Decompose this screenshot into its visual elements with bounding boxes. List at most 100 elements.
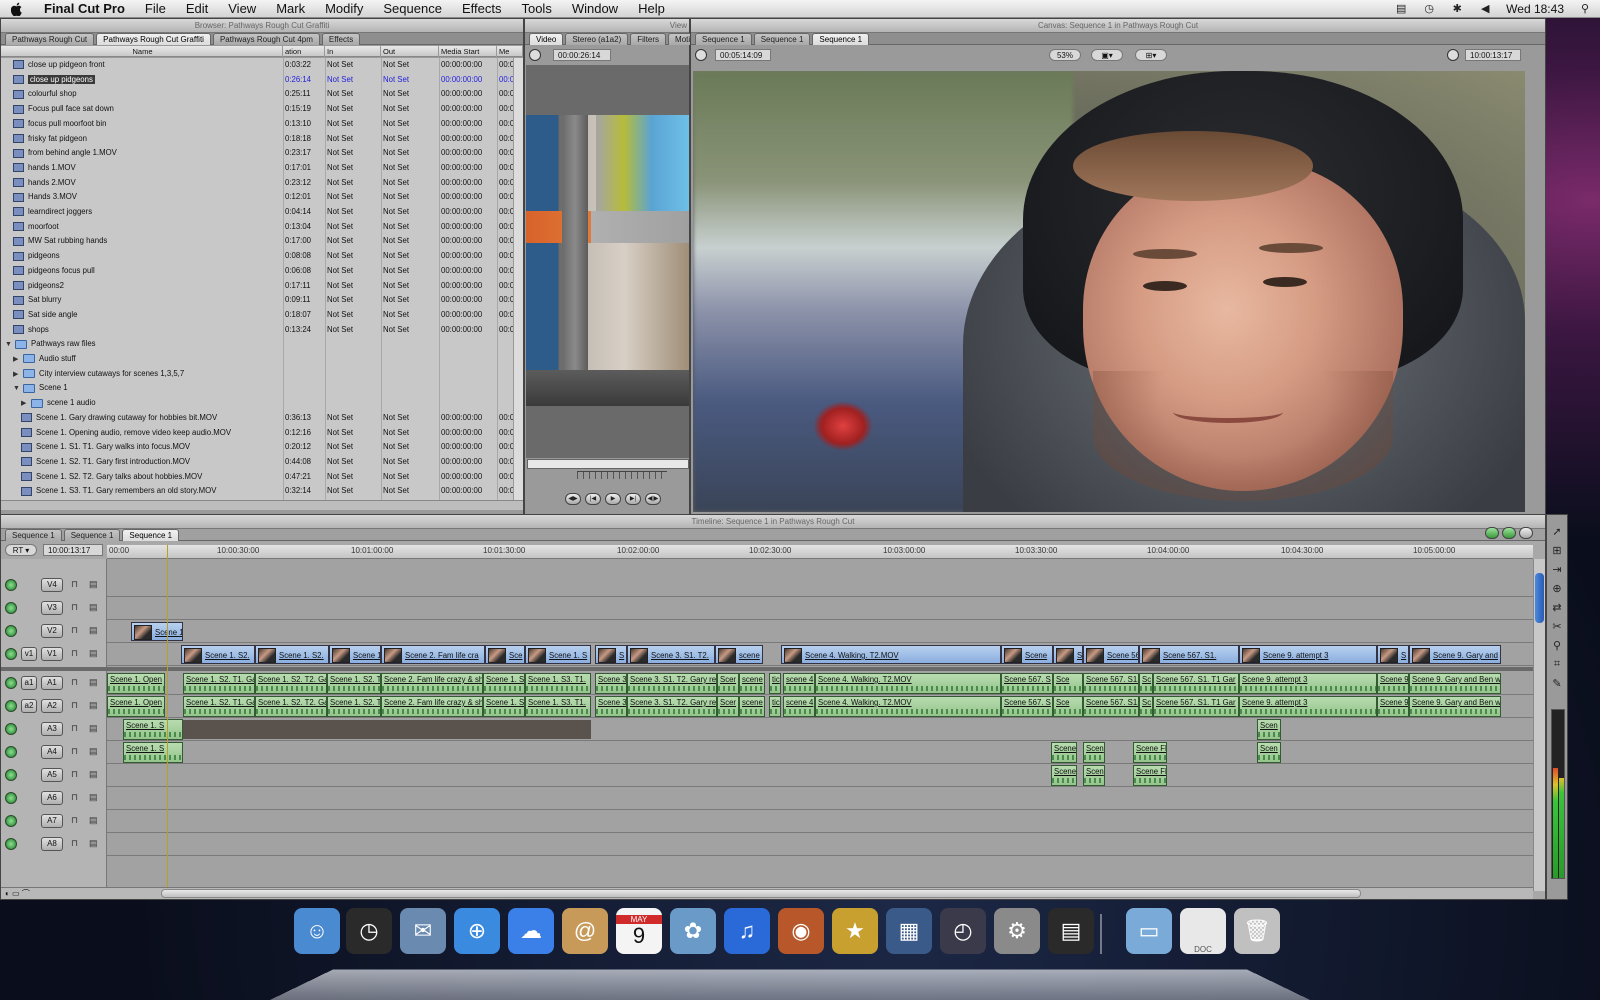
safari-icon[interactable]: ⊕	[454, 908, 500, 954]
track-label-v4[interactable]: V4	[41, 578, 63, 592]
lock-icon[interactable]: ⊓	[71, 648, 79, 658]
browser-horizontal-scrollbar[interactable]	[1, 500, 523, 510]
menu-window[interactable]: Window	[562, 0, 628, 18]
auto-select-icon[interactable]: ▤	[89, 723, 101, 733]
source-patch-v1[interactable]: v1	[21, 647, 37, 661]
tab-sequence-1-a[interactable]: Sequence 1	[695, 33, 752, 45]
next-edit-icon[interactable]: ▶|	[625, 493, 641, 505]
menu-edit[interactable]: Edit	[176, 0, 218, 18]
tab-sequence-1-c[interactable]: Sequence 1	[812, 33, 870, 45]
lock-icon[interactable]: ⊓	[71, 625, 79, 635]
audio-clip[interactable]: Scene 3	[595, 696, 627, 717]
browser-row[interactable]: learndirect joggers 0:04:14 Not Set Not Set…	[1, 205, 513, 220]
audio-clip[interactable]: Scene 567. S1. T1 Gar	[1153, 673, 1239, 694]
audio-clip[interactable]: scene	[739, 673, 765, 694]
lock-icon[interactable]: ⊓	[71, 723, 79, 733]
video-clip[interactable]: Scene 9. attempt 3	[1239, 645, 1377, 664]
crop-tool-icon[interactable]: ⌗	[1554, 658, 1560, 671]
track-visibility-icon[interactable]	[5, 838, 17, 850]
menu-clock[interactable]: Wed 18:43	[1506, 2, 1564, 16]
source-patch-a2[interactable]: a2	[21, 699, 37, 713]
browser-row[interactable]: colourful shop 0:25:11 Not Set Not Set 00:00…	[1, 87, 513, 102]
finder-icon[interactable]: ☺	[294, 908, 340, 954]
track-label-a7[interactable]: A7	[41, 814, 63, 828]
canvas-view-popup-icon[interactable]: ▣▾	[1091, 49, 1123, 61]
video-clip[interactable]: S	[595, 645, 627, 664]
video-clip[interactable]: Scene 1. S2.	[255, 645, 329, 664]
browser-row[interactable]: ▶ Audio stuff	[1, 352, 513, 367]
audio-clip[interactable]: scene	[739, 696, 765, 717]
trash-icon[interactable]: 🗑︎	[1234, 908, 1280, 954]
track-visibility-icon[interactable]	[5, 677, 17, 689]
lock-icon[interactable]: ⊓	[71, 746, 79, 756]
lock-icon[interactable]: ⊓	[71, 792, 79, 802]
itunes-icon[interactable]: ♫	[724, 908, 770, 954]
audio-clip[interactable]: Scene 9. Gary and Ben w	[1409, 696, 1501, 717]
imovie-icon[interactable]: ★	[832, 908, 878, 954]
browser-row[interactable]: hands 1.MOV 0:17:01 Not Set Not Set 00:00:00…	[1, 161, 513, 176]
slip-tool-icon[interactable]: ⇄	[1552, 601, 1561, 614]
vertical-scroll-thumb[interactable]	[1535, 573, 1544, 623]
track-label-a5[interactable]: A5	[41, 768, 63, 782]
audio-clip[interactable]: Scene 1. S3. T1.	[525, 673, 591, 694]
browser-vertical-scrollbar[interactable]	[513, 58, 523, 500]
audio-clip[interactable]: Scen	[1083, 742, 1105, 763]
column-duration[interactable]: ation	[283, 46, 325, 57]
track-visibility-icon[interactable]	[5, 602, 17, 614]
video-clip[interactable]: Scene 2. Fam life cra	[381, 645, 485, 664]
video-clip[interactable]: Scene 4. Walking. T2.MOV	[781, 645, 1001, 664]
mail-icon[interactable]: ✉	[400, 908, 446, 954]
lock-icon[interactable]: ⊓	[71, 700, 79, 710]
tab-timeline-seq-c[interactable]: Sequence 1	[122, 529, 180, 541]
track-label-v2[interactable]: V2	[41, 624, 63, 638]
pen-tool-icon[interactable]: ✎	[1552, 677, 1561, 690]
audio-clip[interactable]: Scene 1. S2. T2. Ga	[255, 673, 327, 694]
canvas-timecode-field[interactable]: 10:00:13:17	[1465, 49, 1521, 61]
track-label-a8[interactable]: A8	[41, 837, 63, 851]
audio-clip[interactable]: tic	[769, 673, 781, 694]
track-visibility-icon[interactable]	[5, 723, 17, 735]
track-visibility-icon[interactable]	[5, 815, 17, 827]
audio-clip[interactable]: Sce	[1053, 696, 1083, 717]
track-label-a4[interactable]: A4	[41, 745, 63, 759]
audio-clip[interactable]: Scene 9. attempt 3	[1239, 673, 1377, 694]
audio-clip[interactable]: Scene 1. Open	[107, 696, 165, 717]
audio-clip[interactable]: Sc	[1139, 673, 1153, 694]
auto-select-icon[interactable]: ▤	[89, 579, 101, 589]
audio-clip[interactable]: Scene 4. Walking. T2.MOV	[815, 673, 1001, 694]
viewer-scrubber-bar[interactable]	[527, 459, 689, 469]
menu-effects[interactable]: Effects	[452, 0, 512, 18]
browser-row[interactable]: moorfoot 0:13:04 Not Set Not Set 00:00:00:00…	[1, 220, 513, 235]
audio-clip[interactable]: Scene 1. S	[483, 673, 525, 694]
audio-clip[interactable]: Scene 9. Gary and Ben w	[1409, 673, 1501, 694]
auto-select-icon[interactable]: ▤	[89, 700, 101, 710]
track-visibility-icon[interactable]	[5, 792, 17, 804]
system-preferences-icon[interactable]: ⚙	[994, 908, 1040, 954]
timeline-ruler[interactable]: 00:00 10:00:30:00 10:01:00:00 10:01:30:00 10…	[107, 545, 1533, 559]
audio-waveform-toggle-icon[interactable]	[1519, 527, 1533, 539]
video-clip[interactable]: Scene 1	[131, 622, 183, 641]
video-clip[interactable]: S	[1053, 645, 1083, 664]
menu-modify[interactable]: Modify	[315, 0, 373, 18]
audio-clip[interactable]: Scene 567. S1.	[1083, 696, 1139, 717]
canvas-overlay-popup-icon[interactable]: ⊞▾	[1135, 49, 1167, 61]
audio-clip[interactable]: Scene 1. S2. T1. Ga	[183, 673, 255, 694]
lock-icon[interactable]: ⊓	[71, 602, 79, 612]
sync-icon[interactable]: ▤	[1394, 3, 1408, 15]
column-name[interactable]: Name	[1, 46, 283, 57]
audio-clip[interactable]: Scene 9	[1377, 696, 1409, 717]
disclosure-closed-icon[interactable]: ▶	[21, 397, 29, 412]
browser-row[interactable]: Focus pull face sat down 0:15:19 Not Set No…	[1, 102, 513, 117]
menu-help[interactable]: Help	[628, 0, 675, 18]
video-clip[interactable]: Scene 567. S1.	[1139, 645, 1239, 664]
ical-icon[interactable]: MAY 9	[616, 908, 662, 954]
video-clip[interactable]: Scene 1. S	[525, 645, 591, 664]
track-height-icon[interactable]: ◐ ▭ ⌒	[5, 888, 30, 899]
browser-row[interactable]: ▶ City interview cutaways for scenes 1,3,…	[1, 367, 513, 382]
browser-row[interactable]: Sat side angle 0:18:07 Not Set Not Set 00:00…	[1, 308, 513, 323]
apple-menu-icon[interactable]	[0, 0, 34, 18]
browser-row[interactable]: hands 2.MOV 0:23:12 Not Set Not Set 00:00:00…	[1, 176, 513, 191]
audio-clip[interactable]: Scene 567. S	[1001, 696, 1053, 717]
document-icon[interactable]: DOC	[1180, 908, 1226, 954]
selection-tool-icon[interactable]: ➚	[1552, 525, 1561, 538]
